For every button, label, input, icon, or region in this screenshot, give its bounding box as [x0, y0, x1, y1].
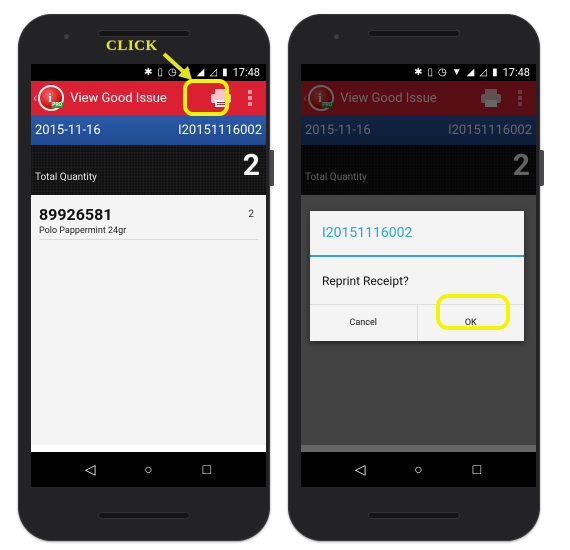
- nav-bar: ◁ ○ □: [301, 452, 536, 487]
- nav-home-icon[interactable]: ○: [408, 461, 428, 478]
- arrow-annotation-icon: [162, 52, 192, 80]
- status-bar: ✱ ▯ ◷ ▼ ◢ ◿ ▮ 17:48: [301, 64, 536, 81]
- alarm-icon: ◷: [438, 66, 447, 78]
- document-header-band: 2015-11-16 I20151116002: [31, 115, 266, 145]
- nav-back-icon[interactable]: ◁: [350, 462, 370, 478]
- battery-charging-icon: ▮: [222, 66, 228, 78]
- status-time: 17:48: [502, 66, 530, 79]
- front-camera: [64, 34, 69, 39]
- nav-bar: ◁ ○ □: [31, 452, 266, 487]
- document-date: 2015-11-16: [35, 122, 101, 138]
- overflow-menu-icon[interactable]: [248, 90, 252, 106]
- nav-recents-icon[interactable]: □: [467, 461, 487, 478]
- item-name: Polo Pappermint 24gr: [39, 226, 127, 236]
- back-chevron-icon[interactable]: ‹: [33, 90, 37, 106]
- bluetooth-icon: ✱: [414, 66, 423, 78]
- phone-frame-right: ✱ ▯ ◷ ▼ ◢ ◿ ▮ 17:48 ‹ i PRO View Good Is…: [288, 14, 544, 541]
- document-number: I20151116002: [178, 122, 262, 138]
- signal-empty-icon: ◿: [209, 66, 218, 78]
- item-code: 89926581: [39, 205, 113, 224]
- app-title: View Good Issue: [70, 90, 167, 106]
- nav-home-icon[interactable]: ○: [138, 461, 158, 478]
- app-bar: ‹ i PRO View Good Issue: [31, 81, 266, 115]
- nav-back-icon[interactable]: ◁: [80, 462, 100, 478]
- print-button-highlight: [183, 79, 229, 116]
- power-button: [270, 150, 274, 186]
- bottom-speaker: [368, 512, 460, 519]
- bluetooth-icon: ✱: [144, 66, 153, 78]
- total-quantity-band: Total Quantity 2: [31, 145, 266, 195]
- total-quantity-label: Total Quantity: [35, 172, 97, 183]
- vibrate-icon: ▯: [427, 66, 434, 78]
- dialog-title: I20151116002: [310, 211, 524, 257]
- signal-empty-icon: ◿: [479, 66, 488, 78]
- ok-button-highlight: [436, 294, 510, 330]
- item-qty: 2: [248, 209, 254, 220]
- screen-left: ✱ ▯ ◷ ▼ ◢ ◿ ▮ 17:48 ‹ i PRO View Good Is…: [31, 64, 266, 487]
- signal-icon: ◢: [466, 66, 475, 78]
- top-speaker: [98, 30, 190, 37]
- status-bar: ✱ ▯ ◷ ▼ ◢ ◿ ▮ 17:48: [31, 64, 266, 81]
- phone-frame-left: ✱ ▯ ◷ ▼ ◢ ◿ ▮ 17:48 ‹ i PRO View Good Is…: [18, 14, 274, 541]
- nav-recents-icon[interactable]: □: [197, 461, 217, 478]
- battery-charging-icon: ▮: [492, 66, 498, 78]
- cancel-button[interactable]: Cancel: [310, 305, 418, 341]
- status-time: 17:48: [232, 66, 260, 79]
- click-annotation-label: CLICK: [106, 38, 158, 54]
- list-item[interactable]: 89926581 Polo Pappermint 24gr 2: [39, 195, 258, 240]
- screen-right: ✱ ▯ ◷ ▼ ◢ ◿ ▮ 17:48 ‹ i PRO View Good Is…: [301, 64, 536, 487]
- power-button: [540, 150, 544, 186]
- top-speaker: [368, 30, 460, 37]
- wifi-icon: ▼: [451, 66, 462, 78]
- item-list: 89926581 Polo Pappermint 24gr 2: [31, 195, 266, 445]
- front-camera: [334, 34, 339, 39]
- bottom-speaker: [98, 512, 190, 519]
- total-quantity-value: 2: [242, 148, 260, 183]
- app-logo-icon[interactable]: i PRO: [38, 85, 65, 111]
